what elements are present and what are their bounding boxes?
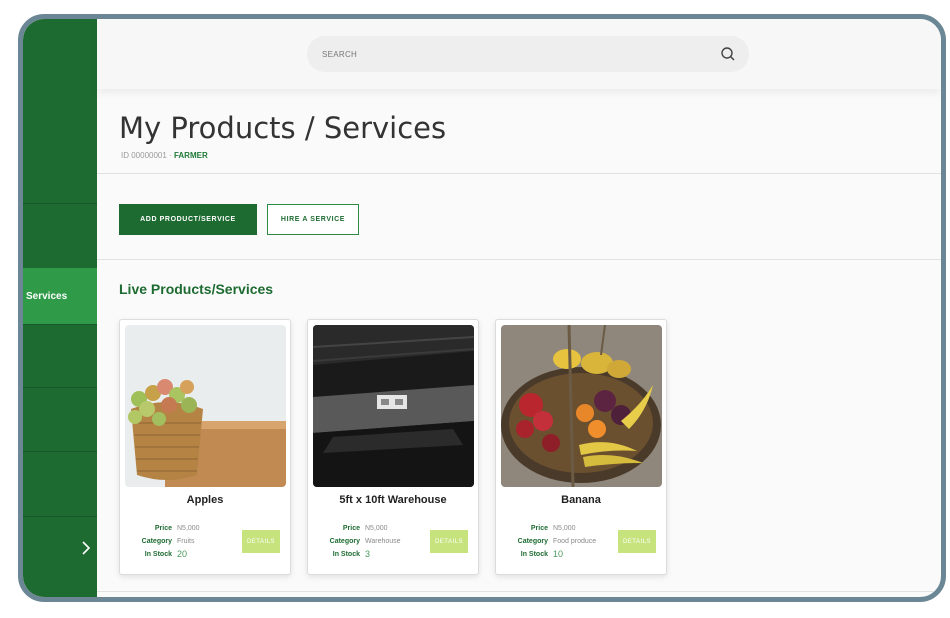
category-label: Category [517,538,548,545]
sidebar-divider [23,387,97,388]
details-button[interactable]: DETAILS [430,530,468,553]
product-meta: Price N5,000 Category Warehouse In Stock 3 [308,522,418,561]
sidebar-divider [23,451,97,452]
footer-divider [97,591,941,592]
stock-value: 20 [177,549,188,559]
category-value: Warehouse [365,538,401,545]
actions-divider [97,259,941,260]
product-card[interactable]: Banana Price N5,000 Category Food produce … [495,319,667,575]
user-role: FARMER [173,151,208,160]
category-label: Category [141,538,172,545]
price-value: N5,000 [553,525,576,532]
sidebar-item-label: Services [26,290,68,302]
sidebar-item-services[interactable]: Services [23,268,97,324]
sidebar-divider [23,324,97,325]
product-name: 5ft x 10ft Warehouse [339,494,447,506]
stock-label: In Stock [332,551,360,558]
product-meta: Price N5,000 Category Food produce In Stoc… [496,522,606,561]
user-id-line: ID 00000001 · FARMER [121,151,208,160]
section-title: Live Products/Services [119,281,274,297]
product-image-warehouse [313,325,474,487]
stock-label: In Stock [520,551,548,558]
stock-value: 3 [365,549,371,559]
add-product-button[interactable]: ADD PRODUCT/SERVICE [119,204,257,235]
product-name: Apples [186,494,224,506]
product-name: Banana [561,494,601,506]
details-button[interactable]: DETAILS [618,530,656,553]
header-divider [97,173,941,174]
top-bar: SEARCH [97,19,941,89]
stock-label: In Stock [144,551,172,558]
sidebar: Services [23,19,97,597]
search-input[interactable]: SEARCH [307,36,749,72]
page-title: My Products / Services [119,111,447,145]
product-meta: Price N5,000 Category Fruits In Stock 20 [120,522,230,561]
category-value: Fruits [177,538,195,545]
price-value: N5,000 [177,525,200,532]
details-button[interactable]: DETAILS [242,530,280,553]
category-label: Category [329,538,360,545]
product-image-banana [501,325,662,487]
product-card[interactable]: 5ft x 10ft Warehouse Price N5,000 Categor… [307,319,479,575]
hire-service-button[interactable]: HIRE A SERVICE [267,204,359,235]
price-value: N5,000 [365,525,388,532]
user-id: ID 00000001 · [121,151,174,160]
device-frame: Services SEARCH My Products / Services I… [18,14,946,602]
product-card[interactable]: Apples Price N5,000 Category Fruits In Sto… [119,319,291,575]
sidebar-divider [23,203,97,204]
price-label: Price [342,525,360,532]
stock-value: 10 [553,549,564,559]
category-value: Food produce [553,538,597,545]
sidebar-divider [23,516,97,517]
price-label: Price [530,525,548,532]
search-icon[interactable] [719,45,737,63]
chevron-right-icon[interactable] [77,539,95,557]
search-placeholder: SEARCH [322,49,358,59]
product-image-apples [125,325,286,487]
price-label: Price [154,525,172,532]
app-screen: Services SEARCH My Products / Services I… [23,19,941,597]
